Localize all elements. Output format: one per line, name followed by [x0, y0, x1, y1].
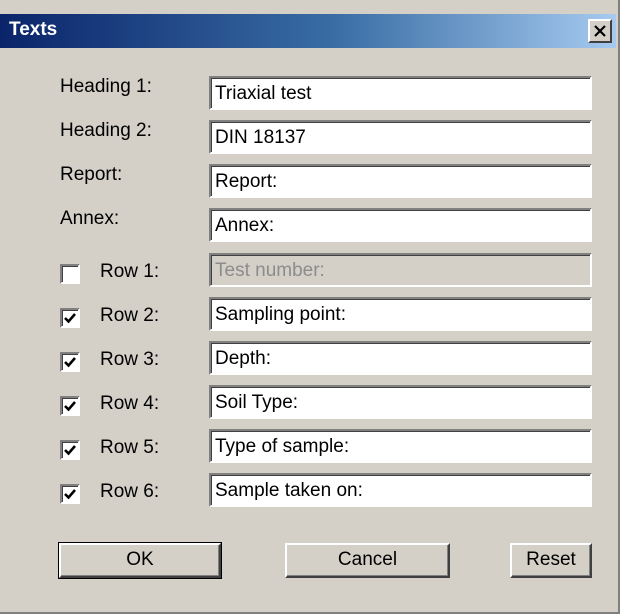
row-1-checkbox[interactable] [60, 264, 80, 284]
row-3-input[interactable]: Depth: [209, 341, 592, 375]
row-5-checkbox[interactable] [60, 440, 80, 460]
row-6-checkbox[interactable] [60, 484, 80, 504]
row-1-label: Row 1: [100, 261, 160, 282]
checkmark-icon [64, 313, 76, 324]
report-input[interactable]: Report: [209, 164, 592, 198]
close-icon [594, 25, 606, 37]
dialog-title: Texts [9, 19, 58, 40]
row-4-input[interactable]: Soil Type: [209, 385, 592, 419]
row-4-checkbox[interactable] [60, 396, 80, 416]
cancel-button[interactable]: Cancel [285, 543, 450, 578]
heading-1-input[interactable]: Triaxial test [209, 76, 592, 110]
row-2-input[interactable]: Sampling point: [209, 297, 592, 331]
checkmark-icon [64, 445, 76, 456]
row-4-label: Row 4: [100, 393, 160, 414]
checkmark-icon [64, 401, 76, 412]
row-1-input: Test number: [209, 253, 592, 287]
annex-input[interactable]: Annex: [209, 208, 592, 242]
heading-2-label: Heading 2: [60, 120, 152, 141]
texts-dialog: Texts Heading 1: Triaxial test Heading 2… [0, 0, 620, 614]
row-5-input[interactable]: Type of sample: [209, 429, 592, 463]
heading-1-label: Heading 1: [60, 76, 152, 97]
checkmark-icon [64, 489, 76, 500]
ok-button[interactable]: OK [58, 542, 222, 579]
heading-2-input[interactable]: DIN 18137 [209, 120, 592, 154]
row-2-checkbox[interactable] [60, 308, 80, 328]
title-bar[interactable]: Texts [0, 14, 616, 48]
row-6-label: Row 6: [100, 481, 160, 502]
row-5-label: Row 5: [100, 437, 160, 458]
checkmark-icon [64, 357, 76, 368]
close-button[interactable] [588, 19, 612, 43]
row-2-label: Row 2: [100, 305, 160, 326]
row-6-input[interactable]: Sample taken on: [209, 473, 592, 507]
reset-button[interactable]: Reset [510, 543, 592, 578]
report-label: Report: [60, 164, 123, 185]
row-3-label: Row 3: [100, 349, 160, 370]
annex-label: Annex: [60, 208, 120, 229]
row-3-checkbox[interactable] [60, 352, 80, 372]
